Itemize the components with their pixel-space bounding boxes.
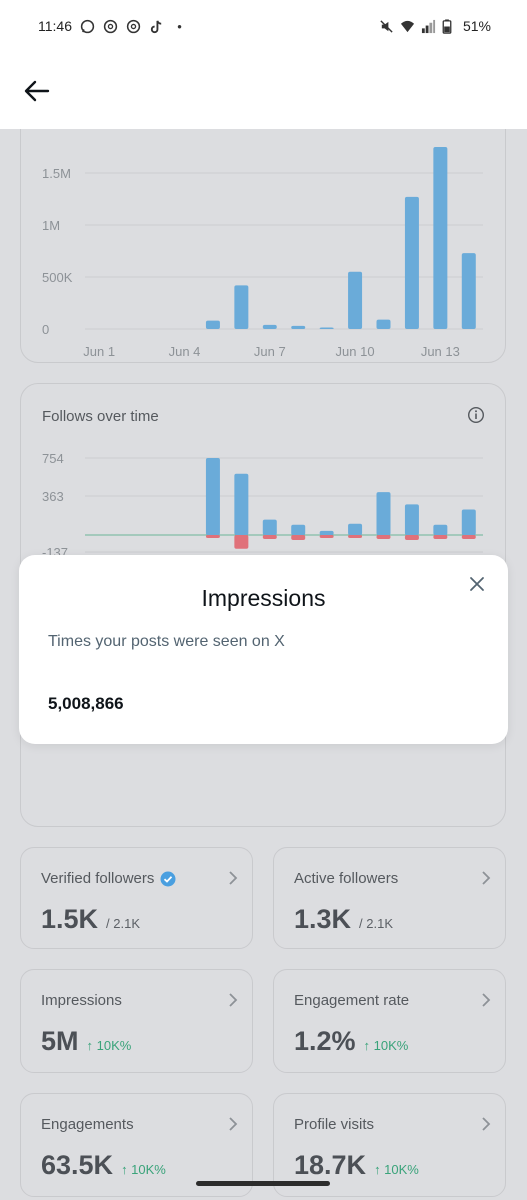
stat-value: 18.7K: [294, 1150, 367, 1180]
unfollows-bar[interactable]: [376, 535, 391, 539]
status-bar: 11:46 • 51%: [0, 0, 527, 52]
stat-label: Profile visits: [294, 1116, 375, 1133]
wifi-icon: [400, 19, 415, 34]
unfollows-bar[interactable]: [404, 535, 419, 540]
chevron-right-icon: [482, 871, 491, 885]
y-tick-label: 363: [42, 489, 64, 504]
close-button[interactable]: [466, 573, 488, 595]
mute-icon: [379, 19, 394, 34]
x-tick-label: Jun 13: [421, 344, 460, 359]
chevron-right-icon: [229, 1117, 238, 1131]
modal-description: Times your posts were seen on X: [48, 633, 285, 650]
battery-percent: 51%: [462, 18, 491, 34]
chevron-right-icon: [229, 871, 238, 885]
unfollows-bar[interactable]: [205, 535, 220, 538]
impressions-bar[interactable]: [348, 271, 363, 329]
unfollows-bar[interactable]: [234, 535, 249, 549]
status-dot: •: [177, 18, 182, 34]
follows-bar[interactable]: [433, 524, 448, 535]
status-app-icons: •: [80, 19, 187, 34]
chevron-right-icon: [482, 1117, 491, 1131]
impressions-modal: Impressions Times your posts were seen o…: [19, 555, 508, 744]
stat-label: Verified followers: [41, 870, 155, 887]
stat-card-engagement-rate[interactable]: Engagement rate 1.2% ↑ 10K%: [273, 969, 506, 1073]
arrow-left-icon: [24, 80, 50, 101]
follows-bar[interactable]: [376, 492, 391, 535]
follows-bar[interactable]: [319, 530, 334, 535]
y-tick-label: 1M: [42, 218, 60, 233]
threads-icon: [126, 19, 141, 34]
follows-bar[interactable]: [234, 473, 249, 535]
modal-value: 5,008,866: [48, 694, 124, 713]
stat-value: 5M: [41, 1026, 79, 1056]
back-button[interactable]: [22, 76, 52, 106]
whatsapp-icon: [80, 19, 95, 34]
app-header: [0, 52, 527, 129]
stat-label: Engagement rate: [294, 992, 410, 1009]
y-tick-label: 500K: [42, 270, 73, 285]
impressions-bar[interactable]: [433, 147, 448, 329]
x-tick-label: Jun 7: [254, 344, 286, 359]
stat-card-active-followers[interactable]: Active followers 1.3K / 2.1K: [273, 847, 506, 949]
impressions-bar[interactable]: [262, 324, 277, 329]
follows-bar[interactable]: [348, 523, 363, 535]
verified-badge-icon: [160, 871, 176, 886]
stat-label: Engagements: [41, 1116, 134, 1133]
signal-icon: [421, 19, 436, 34]
stat-trend: ↑ 10K%: [86, 1038, 132, 1053]
stat-card-impressions[interactable]: Impressions 5M ↑ 10K%: [20, 969, 253, 1073]
stat-label: Active followers: [294, 870, 399, 887]
unfollows-bar[interactable]: [262, 535, 277, 539]
impressions-chart: 1.5M 1M 500K 0 Jun 1 Jun 4 Jun 7 Jun 10 Jun 13: [42, 147, 483, 359]
close-icon: [470, 577, 484, 591]
impressions-bar[interactable]: [234, 285, 249, 329]
impressions-bar[interactable]: [404, 196, 419, 329]
x-tick-label: Jun 10: [336, 344, 375, 359]
stat-value: 1.3K: [294, 904, 352, 934]
impressions-bar[interactable]: [205, 320, 220, 329]
x-tick-label: Jun 1: [83, 344, 115, 359]
stat-sub: / 2.1K: [106, 916, 141, 931]
chevron-right-icon: [229, 993, 238, 1007]
threads-icon: [103, 19, 118, 34]
impressions-bar[interactable]: [291, 325, 306, 329]
unfollows-bar[interactable]: [461, 535, 476, 539]
follows-bar[interactable]: [404, 504, 419, 535]
follows-bar[interactable]: [205, 458, 220, 535]
modal-title: Impressions: [201, 585, 326, 611]
battery-icon: [442, 18, 457, 34]
stat-trend: ↑ 10K%: [374, 1162, 419, 1177]
follows-bar[interactable]: [262, 519, 277, 535]
stat-sub: / 2.1K: [359, 916, 394, 931]
unfollows-bar[interactable]: [291, 535, 306, 540]
status-time: 11:46: [38, 18, 72, 34]
stat-value: 1.2%: [294, 1026, 356, 1056]
impressions-bar[interactable]: [319, 327, 334, 329]
unfollows-bar[interactable]: [348, 535, 363, 538]
stat-label: Impressions: [41, 992, 122, 1009]
stat-value: 63.5K: [41, 1150, 114, 1180]
gesture-nav-bar[interactable]: [196, 1181, 330, 1186]
status-right: 51%: [379, 18, 491, 34]
follows-bar[interactable]: [461, 509, 476, 535]
y-tick-label: 1.5M: [42, 166, 71, 181]
impressions-bar[interactable]: [376, 319, 391, 329]
unfollows-bar[interactable]: [319, 535, 334, 538]
stat-value: 1.5K: [41, 904, 99, 934]
y-tick-label: 0: [42, 322, 49, 337]
tiktok-icon: [149, 19, 164, 34]
follows-bar[interactable]: [291, 524, 306, 535]
impressions-bar[interactable]: [461, 253, 476, 329]
stat-trend: ↑ 10K%: [121, 1162, 166, 1177]
impressions-chart-card: 1.5M 1M 500K 0 Jun 1 Jun 4 Jun 7 Jun 10 Jun 13: [20, 129, 506, 363]
unfollows-bar[interactable]: [433, 535, 448, 539]
chevron-right-icon: [482, 993, 491, 1007]
y-tick-label: 754: [42, 451, 64, 466]
x-tick-label: Jun 4: [169, 344, 201, 359]
stat-trend: ↑ 10K%: [363, 1038, 409, 1053]
stat-card-verified-followers[interactable]: Verified followers 1.5K / 2.1K: [20, 847, 253, 949]
